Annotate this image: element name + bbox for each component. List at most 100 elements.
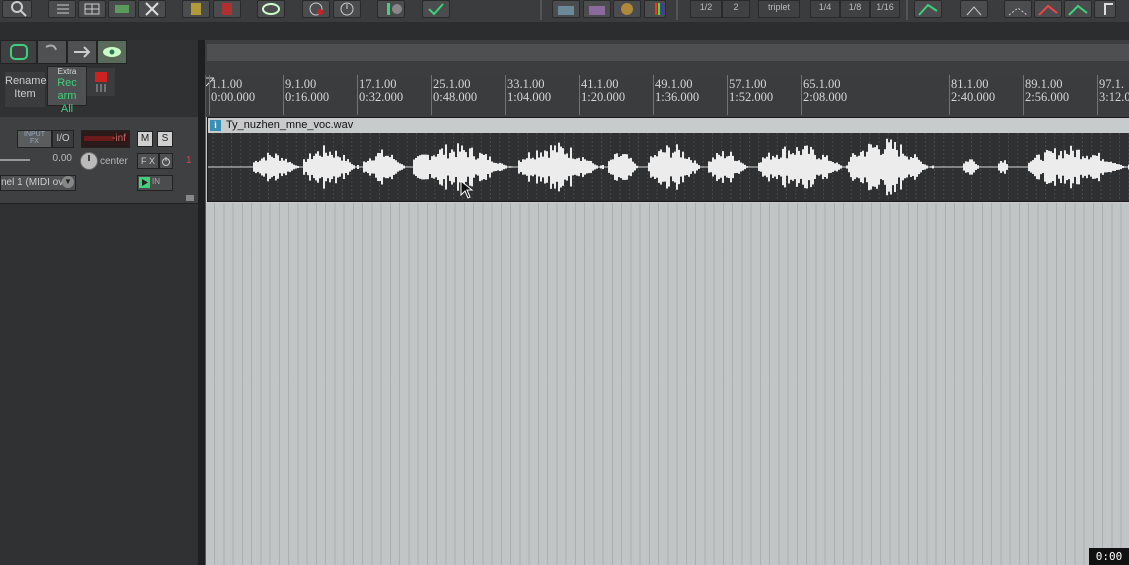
power-icon [162, 157, 170, 166]
loop-toggle-button[interactable] [0, 40, 37, 64]
input-fx-button[interactable]: INPUT FX [17, 130, 52, 148]
track-number: 1 [186, 155, 192, 166]
list-view-button[interactable] [48, 0, 76, 18]
ruler-tick [1023, 75, 1024, 115]
arrow-right-icon [74, 46, 91, 58]
ruler-time-label: 1:36.000 [655, 90, 700, 104]
record-monitor-button[interactable] [87, 68, 115, 96]
metronome-button[interactable] [213, 0, 241, 18]
corner-button[interactable] [1094, 0, 1116, 18]
ripple-button[interactable] [257, 0, 285, 18]
tcp-divider[interactable] [198, 40, 205, 565]
envelope-red-button[interactable] [1034, 0, 1062, 18]
ruler-tick [727, 75, 728, 115]
info-button[interactable] [377, 0, 405, 18]
phase-button[interactable] [159, 153, 173, 169]
ruler-tick [949, 75, 950, 115]
repeat-button[interactable] [37, 40, 67, 64]
volume-slider[interactable]: 0.00 [0, 153, 75, 165]
record-circle-icon [309, 2, 323, 16]
palette-icon [621, 3, 633, 15]
mixer-button[interactable] [552, 0, 580, 18]
routing-icon [115, 5, 129, 13]
ruler-tick [357, 75, 358, 115]
mute-button[interactable]: M [137, 131, 153, 147]
ruler-time-label: 2:08.000 [803, 90, 848, 104]
pan-value: center [100, 156, 128, 167]
actions-button[interactable] [613, 0, 641, 18]
ruler-time-label: 3:12.0 [1099, 90, 1129, 104]
rec-arm-label-line2: All [60, 103, 74, 115]
volume-meter: -inf [81, 130, 130, 148]
snap-icon [191, 3, 201, 15]
record-input-button[interactable]: IN [137, 175, 173, 191]
color-bars-icon [655, 3, 663, 15]
ruler-tick [209, 75, 210, 115]
visibility-button[interactable] [97, 40, 127, 64]
solo-button[interactable]: S [157, 131, 173, 147]
media-item[interactable]: i Ty_nuzhen_mne_voc.wav [207, 117, 1129, 202]
repeat-icon [45, 44, 57, 51]
scissors-button[interactable] [138, 0, 166, 18]
rename-item-button[interactable]: Rename Item [5, 72, 47, 107]
horizontal-scrollbar[interactable] [207, 44, 1129, 61]
checkmark-icon [428, 3, 444, 16]
envelope-icon [918, 3, 938, 16]
ruler-tick [283, 75, 284, 115]
routing-button[interactable] [108, 0, 136, 18]
grid-view-button[interactable] [78, 0, 106, 18]
media-explorer-button[interactable] [583, 0, 611, 18]
scissors-icon [145, 2, 159, 16]
rename-label-line1: Rename [5, 75, 47, 87]
grid-two-button[interactable]: 2 [722, 0, 750, 18]
toolbar-spacer [0, 22, 1129, 40]
waveform [208, 133, 1129, 201]
ruler-tick [1097, 75, 1098, 115]
ruler-time-label: 0:16.000 [285, 90, 330, 104]
zoom-tool-button[interactable] [2, 0, 32, 18]
grid-triplet-button[interactable]: triplet [758, 0, 800, 18]
media-item-header: i Ty_nuzhen_mne_voc.wav [208, 118, 1129, 133]
snap-button[interactable] [182, 0, 210, 18]
pan-knob[interactable] [80, 152, 98, 170]
main-toolbar: 1/2 2 triplet 1/4 1/8 1/16 [0, 0, 1129, 23]
status-clock: 0:00 [1089, 548, 1129, 565]
info-icon [387, 3, 402, 15]
ruler-time-label: 1:04.000 [507, 90, 552, 104]
ruler-tick [801, 75, 802, 115]
fx-button[interactable]: F X [137, 153, 159, 169]
envelope-green-button[interactable] [1064, 0, 1092, 18]
grid-sixteenth-button[interactable]: 1/16 [870, 0, 900, 18]
envelope-point-button[interactable] [914, 0, 942, 18]
list-icon [57, 4, 69, 14]
io-button[interactable]: I/O [52, 130, 74, 148]
rename-label-line2: Item [14, 88, 36, 100]
timeline-ruler[interactable]: 1.1.00 0:00.000 9.1.00 0:16.000 17.1.00 0:32.… [205, 75, 1129, 118]
item-info-icon[interactable]: i [210, 120, 221, 131]
midi-input-value: nel 1 (MIDI ov [1, 177, 64, 188]
grid-quarter-button[interactable]: 1/4 [810, 0, 840, 18]
mixer-icon [558, 6, 574, 15]
midi-input-select[interactable]: nel 1 (MIDI ov ▼ [0, 175, 76, 191]
input-fx-line2: FX [30, 138, 39, 145]
grid-eighth-button[interactable]: 1/8 [840, 0, 870, 18]
envelope-shape-button[interactable] [960, 0, 988, 18]
mouse-pointer-icon [460, 180, 474, 199]
metronome-icon [222, 3, 232, 15]
ruler-time-label: 1:52.000 [729, 90, 774, 104]
arrow-right-button[interactable] [67, 40, 97, 64]
grid-half-button[interactable]: 1/2 [690, 0, 722, 18]
envelope-shape-icon [966, 6, 982, 16]
ruler-tick [579, 75, 580, 115]
clock-icon [340, 2, 354, 16]
clock-button[interactable] [333, 0, 361, 18]
color-button[interactable] [644, 0, 666, 18]
envelope-dots-button[interactable] [1004, 0, 1032, 18]
scroll-handle-icon [186, 195, 194, 201]
input-fx-line1: INPUT [24, 131, 45, 138]
track-header[interactable]: INPUT FX I/O -inf M S 1 0.00 center F X … [0, 117, 198, 204]
check-button[interactable] [422, 0, 450, 18]
record-mode-button[interactable] [302, 0, 330, 18]
ruler-tick [653, 75, 654, 115]
rec-arm-all-button[interactable]: Extra Rec arm All [47, 66, 87, 115]
